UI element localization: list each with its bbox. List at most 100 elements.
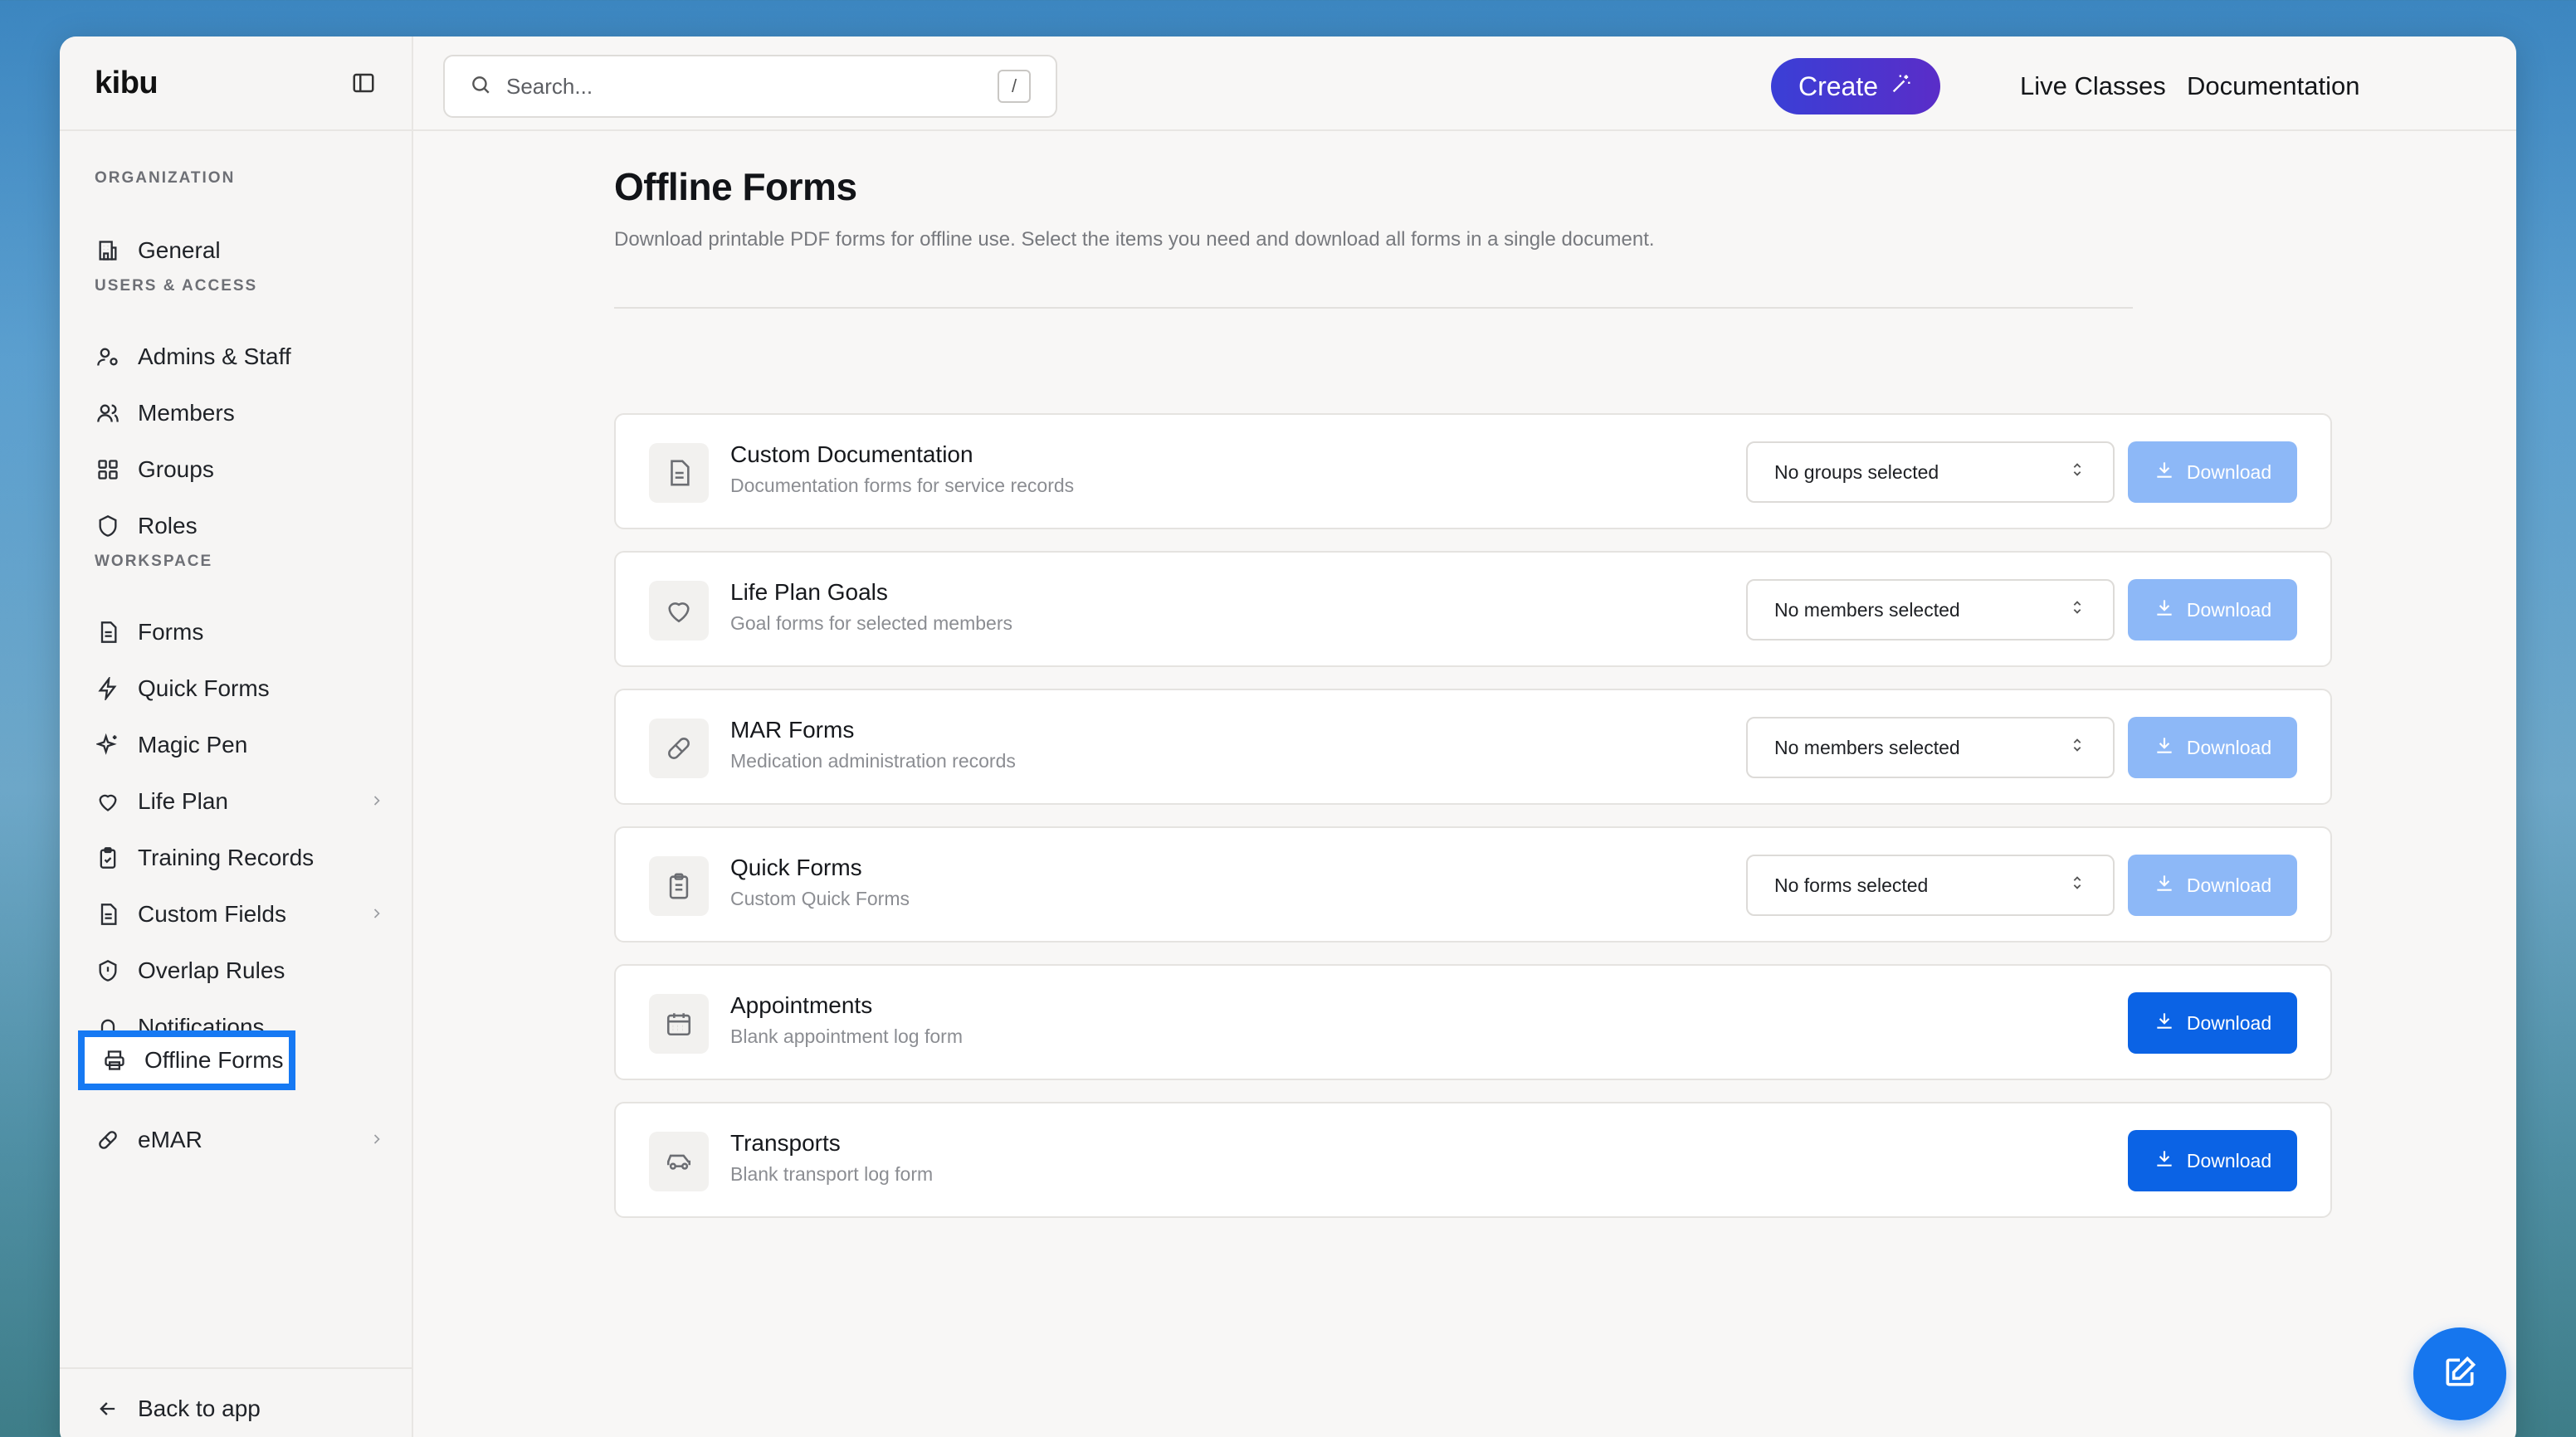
chevron-right-icon[interactable]	[368, 788, 385, 815]
chevron-up-down-icon	[2068, 736, 2086, 759]
card-title: Life Plan Goals	[730, 579, 888, 605]
search-shortcut-key: /	[998, 70, 1031, 103]
download-icon	[2154, 1147, 2175, 1174]
sidebar-item-forms[interactable]: Forms	[95, 611, 385, 654]
grid-icon	[95, 456, 121, 483]
search-input[interactable]	[506, 73, 983, 100]
sidebar-item-roles[interactable]: Roles	[95, 504, 385, 548]
card-subtitle: Blank transport log form	[730, 1163, 934, 1185]
chevron-up-down-icon	[2068, 874, 2086, 897]
magic-wand-icon	[1890, 71, 1913, 102]
download-icon	[2154, 1010, 2175, 1036]
pill-icon	[649, 718, 709, 778]
sidebar-toggle-icon[interactable]	[347, 66, 380, 100]
chevron-right-icon[interactable]	[368, 901, 385, 928]
member-select[interactable]: No members selected	[1746, 579, 2115, 641]
sidebar-item-label: Offline Forms	[144, 1047, 284, 1073]
download-button[interactable]: Download	[2128, 855, 2297, 916]
form-select[interactable]: No forms selected	[1746, 855, 2115, 916]
download-label: Download	[2186, 1149, 2272, 1172]
sidebar-item-general[interactable]: General	[95, 229, 385, 272]
pill-icon	[95, 1127, 121, 1153]
form-card-transports: Transports Blank transport log form Down…	[614, 1102, 2332, 1218]
download-button[interactable]: Download	[2128, 441, 2297, 503]
calendar-icon	[649, 994, 709, 1054]
sidebar-item-label: Life Plan	[138, 788, 228, 814]
form-card-mar-forms: MAR Forms Medication administration reco…	[614, 689, 2332, 805]
sidebar-item-label: eMAR	[138, 1127, 202, 1152]
chevron-right-icon[interactable]	[368, 1127, 385, 1153]
download-label: Download	[2186, 1011, 2272, 1034]
card-subtitle: Goal forms for selected members	[730, 612, 1013, 634]
document-icon	[95, 619, 121, 645]
download-label: Download	[2186, 736, 2272, 758]
search-box[interactable]: /	[443, 55, 1057, 118]
select-value: No forms selected	[1774, 874, 1929, 896]
download-button[interactable]: Download	[2128, 717, 2297, 778]
back-to-app-label: Back to app	[138, 1396, 261, 1421]
create-button-label: Create	[1798, 71, 1879, 101]
card-subtitle: Documentation forms for service records	[730, 475, 1075, 496]
chevron-up-down-icon	[2068, 598, 2086, 621]
download-icon	[2154, 734, 2175, 761]
back-to-app-link[interactable]: Back to app	[95, 1387, 385, 1430]
group-select[interactable]: No groups selected	[1746, 441, 2115, 503]
sidebar-item-emar[interactable]: eMAR	[95, 1118, 385, 1162]
sidebar-item-admins-staff[interactable]: Admins & Staff	[95, 335, 385, 378]
compose-fab[interactable]	[2413, 1327, 2506, 1420]
sparkles-icon	[95, 732, 121, 758]
download-label: Download	[2186, 874, 2272, 896]
select-value: No groups selected	[1774, 460, 1939, 483]
create-button[interactable]: Create	[1771, 58, 1940, 114]
member-select[interactable]: No members selected	[1746, 717, 2115, 778]
form-card-quick-forms: Quick Forms Custom Quick Forms No forms …	[614, 826, 2332, 943]
sidebar-item-members[interactable]: Members	[95, 392, 385, 435]
download-icon	[2154, 872, 2175, 899]
form-card-life-plan-goals: Life Plan Goals Goal forms for selected …	[614, 551, 2332, 667]
card-subtitle: Custom Quick Forms	[730, 888, 910, 909]
section-label-organization: ORGANIZATION	[95, 169, 236, 187]
sidebar-item-label: Members	[138, 400, 235, 426]
form-card-appointments: Appointments Blank appointment log form …	[614, 964, 2332, 1080]
card-title: Custom Documentation	[730, 441, 973, 467]
sidebar-item-life-plan[interactable]: Life Plan	[95, 780, 385, 823]
download-button[interactable]: Download	[2128, 579, 2297, 641]
download-button[interactable]: Download	[2128, 1130, 2297, 1191]
document-icon	[649, 443, 709, 503]
sidebar-item-training-records[interactable]: Training Records	[95, 836, 385, 879]
sidebar-item-label: Training Records	[138, 845, 315, 870]
app-logo[interactable]: kibu	[95, 66, 159, 101]
sidebar-header: kibu	[60, 37, 412, 131]
sidebar-item-label: General	[138, 237, 221, 263]
lightning-icon	[95, 675, 121, 702]
sidebar-item-magic-pen[interactable]: Magic Pen	[95, 723, 385, 767]
download-icon	[2154, 459, 2175, 485]
arrow-left-icon	[95, 1396, 121, 1422]
section-label-workspace: WORKSPACE	[95, 553, 213, 570]
sidebar-item-quick-forms[interactable]: Quick Forms	[95, 667, 385, 710]
page-description: Download printable PDF forms for offline…	[614, 228, 1655, 251]
users-icon	[95, 400, 121, 426]
sidebar-item-custom-fields[interactable]: Custom Fields	[95, 893, 385, 936]
top-bar: / Create Live Classes Documentation	[413, 37, 2516, 131]
sidebar-item-groups[interactable]: Groups	[95, 448, 385, 491]
sidebar-item-overlap-rules[interactable]: Overlap Rules	[95, 949, 385, 992]
download-label: Download	[2186, 598, 2272, 621]
select-value: No members selected	[1774, 736, 1960, 758]
download-icon	[2154, 597, 2175, 623]
sidebar-footer: Back to app	[60, 1367, 412, 1437]
live-classes-link[interactable]: Live Classes	[2020, 61, 2166, 111]
card-subtitle: Blank appointment log form	[730, 1025, 963, 1047]
sidebar-item-label: Overlap Rules	[138, 957, 285, 983]
heart-icon	[95, 788, 121, 815]
download-button[interactable]: Download	[2128, 992, 2297, 1054]
card-title: Quick Forms	[730, 855, 862, 880]
search-icon	[470, 74, 491, 100]
select-value: No members selected	[1774, 598, 1960, 621]
document-icon	[95, 901, 121, 928]
sidebar-item-offline-forms[interactable]: Offline Forms	[78, 1030, 295, 1090]
building-icon	[95, 237, 121, 264]
section-label-users-access: USERS & ACCESS	[95, 277, 258, 295]
documentation-link[interactable]: Documentation	[2187, 61, 2360, 111]
form-card-custom-documentation: Custom Documentation Documentation forms…	[614, 413, 2332, 529]
